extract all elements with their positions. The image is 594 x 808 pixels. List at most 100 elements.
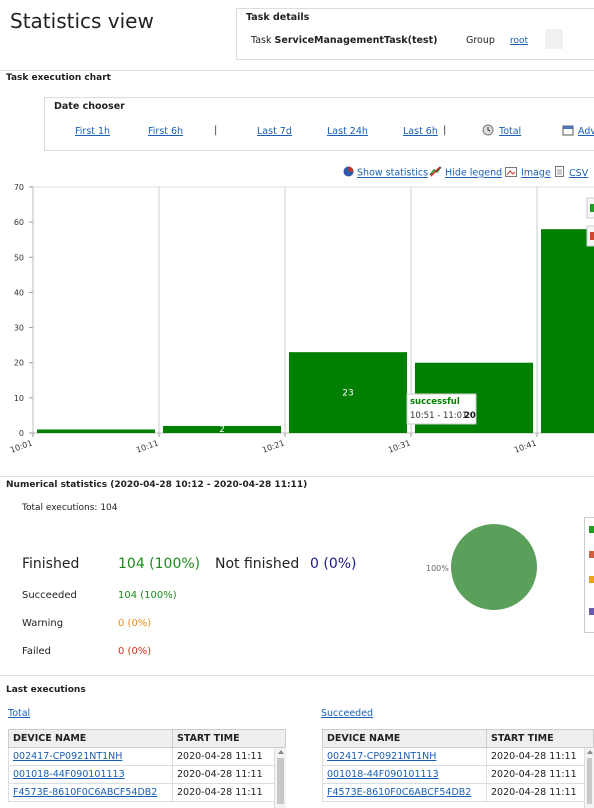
table-scrollbar[interactable]	[584, 748, 594, 808]
task-details-header: Task details	[246, 12, 310, 23]
y-tick-label: 70	[14, 183, 24, 192]
statistics-icon	[343, 166, 354, 180]
bar	[37, 429, 155, 433]
task-label: Task	[251, 35, 272, 46]
divider	[0, 70, 594, 71]
device-link[interactable]: 001018-44F090101113	[13, 769, 125, 780]
column-header-start-time[interactable]: START TIME	[172, 729, 286, 748]
image-tool: Image	[505, 166, 551, 180]
date-separator: |	[214, 125, 218, 136]
x-tick-label: 10:01	[9, 438, 34, 454]
task-execution-chart: 0 10 20 30 40 50 60 70 2 23 10:01 10:11 10:21 10:31 10…	[9, 183, 594, 455]
group-label: Group	[466, 35, 495, 46]
succeeded-label: Succeeded	[22, 590, 77, 601]
column-header-start-time[interactable]: START TIME	[486, 729, 594, 748]
table-row: F4573E-8610F0C6ABCF54DB2 2020-04-28 11:1…	[322, 783, 594, 802]
start-time: 2020-04-28 11:11	[486, 765, 594, 784]
table-row: 001018-44F090101113 2020-04-28 11:11	[322, 765, 594, 784]
date-first-6h[interactable]: First 6h	[148, 126, 183, 137]
tooltip-title: successful	[410, 397, 460, 407]
start-time: 2020-04-28 11:11	[172, 747, 286, 766]
status-pie-chart: 100%	[426, 524, 537, 610]
x-tick-label: 10:41	[513, 438, 538, 454]
date-last-24h[interactable]: Last 24h	[327, 126, 368, 137]
column-header-device-name[interactable]: DEVICE NAME	[8, 729, 173, 748]
succeeded-link[interactable]: Succeeded	[321, 708, 373, 719]
finished-value: 104 (100%)	[118, 556, 201, 572]
warning-label: Warning	[22, 618, 64, 629]
total-executions: Total executions: 104	[22, 503, 118, 513]
chart-section-title: Task execution chart	[6, 73, 111, 83]
pie-slice-succeeded	[451, 524, 537, 610]
device-link[interactable]: F4573E-8610F0C6ABCF54DB2	[327, 787, 471, 798]
numerical-stats-title: Numerical statistics (2020-04-28 10:12 -…	[6, 480, 308, 490]
device-link[interactable]: 001018-44F090101113	[327, 769, 439, 780]
table-row: 002417-CP0921NT1NH 2020-04-28 11:11	[8, 747, 286, 766]
y-tick-label: 30	[14, 324, 24, 333]
x-tick-label: 10:21	[261, 438, 286, 454]
tooltip-value: 20	[464, 411, 476, 421]
calendar-icon	[562, 124, 574, 139]
group-action-placeholder	[545, 29, 563, 49]
device-link[interactable]: 002417-CP0921NT1NH	[327, 751, 436, 762]
hide-legend-tool: Hide legend	[429, 166, 502, 180]
bar-data-label: 2	[219, 425, 225, 435]
last-executions-title: Last executions	[6, 685, 86, 695]
y-tick-label: 60	[14, 218, 24, 227]
table-row: 002417-CP0921NT1NH 2020-04-28 11:11	[322, 747, 594, 766]
hide-legend-link[interactable]: Hide legend	[445, 168, 502, 179]
clock-icon	[482, 124, 494, 139]
group-link[interactable]: root	[510, 36, 528, 46]
divider	[0, 675, 594, 676]
succeeded-executions-table: DEVICE NAME START TIME 002417-CP0921NT1N…	[322, 729, 594, 802]
date-advanced[interactable]: Adv	[578, 126, 594, 137]
scrollbar-thumb[interactable]	[587, 758, 592, 804]
finished-label: Finished	[22, 556, 80, 572]
failed-value: 0 (0%)	[118, 646, 152, 657]
scrollbar-thumb[interactable]	[277, 758, 284, 804]
csv-link[interactable]: CSV	[569, 168, 588, 179]
column-header-device-name[interactable]: DEVICE NAME	[322, 729, 487, 748]
warning-value: 0 (0%)	[118, 618, 152, 629]
table-row: F4573E-8610F0C6ABCF54DB2 2020-04-28 11:1…	[8, 783, 286, 802]
date-total[interactable]: Total	[499, 126, 521, 137]
task-name: ServiceManagementTask(test)	[274, 35, 438, 46]
legend-swatch	[590, 232, 594, 240]
divider	[0, 476, 594, 477]
not-finished-label: Not finished	[215, 556, 300, 572]
hide-legend-icon	[429, 166, 442, 180]
legend-swatch	[589, 576, 594, 583]
legend-swatch	[589, 551, 594, 558]
table-scrollbar[interactable]	[274, 748, 286, 808]
date-separator: |	[443, 125, 447, 136]
task-details-panel: Task details Task ServiceManagementTask(…	[236, 8, 594, 60]
image-icon	[505, 166, 518, 180]
y-tick-label: 0	[19, 429, 24, 438]
device-link[interactable]: 002417-CP0921NT1NH	[13, 751, 122, 762]
start-time: 2020-04-28 11:11	[172, 783, 286, 802]
y-tick-label: 10	[14, 394, 24, 403]
bar	[541, 229, 594, 433]
csv-icon	[554, 166, 566, 181]
scroll-up-icon[interactable]	[277, 750, 284, 754]
start-time: 2020-04-28 11:11	[172, 765, 286, 784]
image-link[interactable]: Image	[521, 168, 551, 179]
chart-tools: Show statistics	[343, 166, 428, 180]
pie-label: 100%	[426, 564, 449, 573]
date-last-7d[interactable]: Last 7d	[257, 126, 292, 137]
total-link[interactable]: Total	[8, 708, 30, 719]
date-first-1h[interactable]: First 1h	[75, 126, 110, 137]
group-line: Group root	[466, 35, 528, 46]
failed-label: Failed	[22, 646, 52, 657]
y-tick-label: 40	[14, 288, 24, 297]
legend-swatch	[590, 204, 594, 212]
y-tick-label: 50	[14, 253, 24, 262]
show-statistics-link[interactable]: Show statistics	[357, 168, 428, 179]
start-time: 2020-04-28 11:11	[486, 747, 594, 766]
bar-data-label: 23	[342, 389, 353, 399]
not-finished-value: 0 (0%)	[310, 556, 357, 572]
page-title: Statistics view	[10, 9, 154, 33]
scroll-up-icon[interactable]	[586, 750, 593, 754]
device-link[interactable]: F4573E-8610F0C6ABCF54DB2	[13, 787, 157, 798]
date-last-6h[interactable]: Last 6h	[403, 126, 438, 137]
